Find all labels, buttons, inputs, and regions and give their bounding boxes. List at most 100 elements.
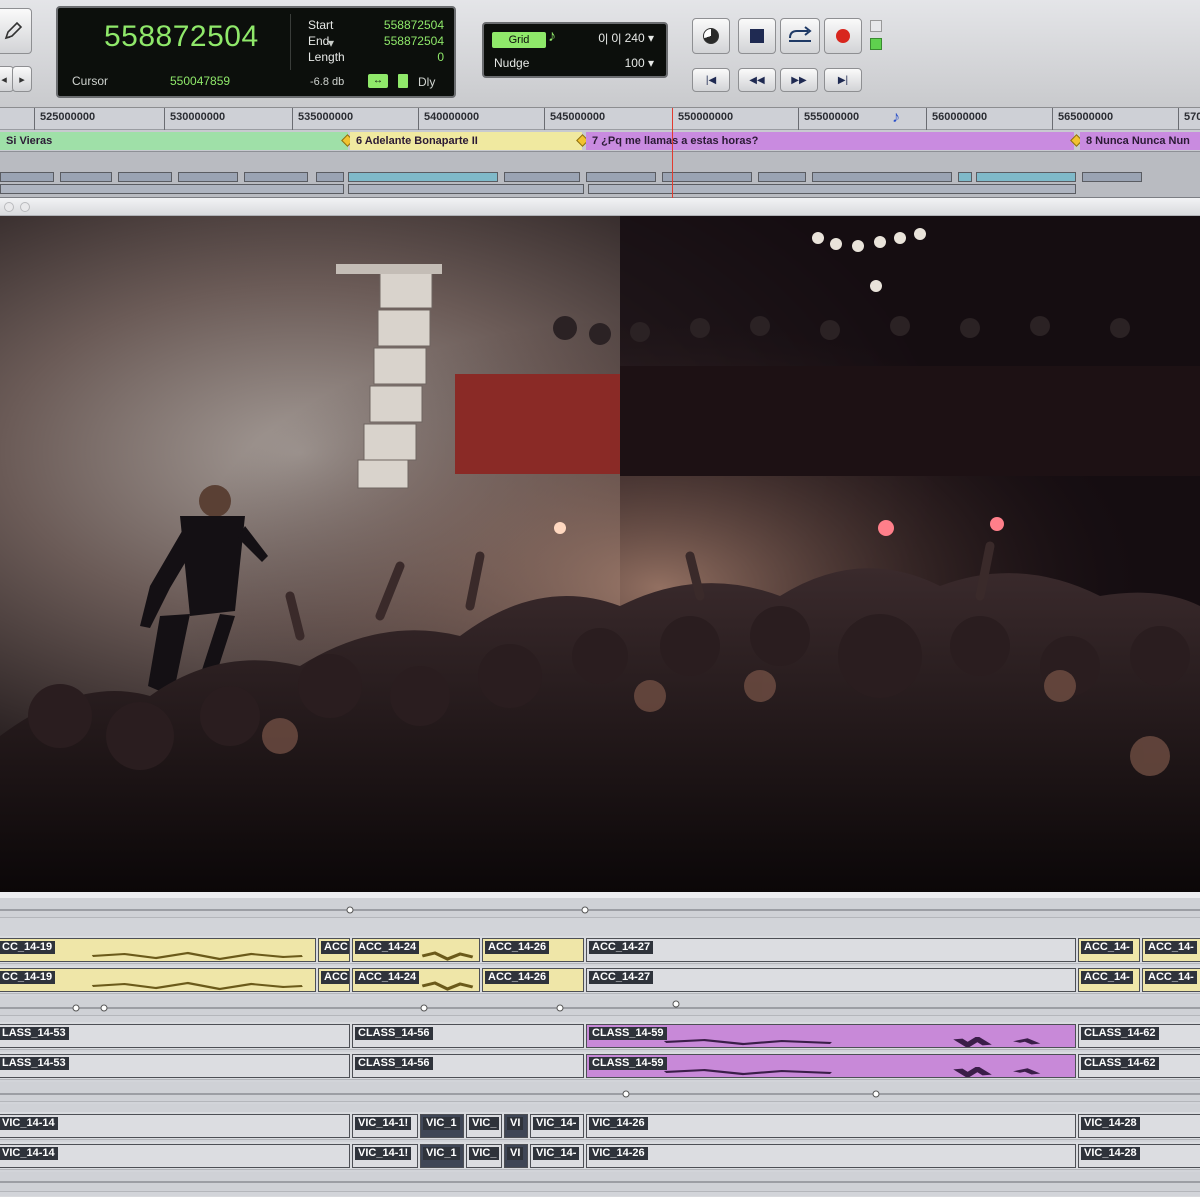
mini-clip xyxy=(0,184,344,194)
delay-compensation-icon[interactable]: ↔ xyxy=(368,74,388,88)
ruler-tick xyxy=(34,108,35,130)
ruler-tick xyxy=(292,108,293,130)
nudge-label: Nudge xyxy=(494,56,530,70)
audio-clip[interactable]: VIC_14-14 xyxy=(0,1114,350,1138)
mini-clip xyxy=(244,172,308,182)
nudge-right-button[interactable]: ▸ xyxy=(12,66,32,92)
audio-clip[interactable]: ACC_14- xyxy=(1078,938,1140,962)
clip-label: ACC_14- xyxy=(1081,971,1133,984)
audio-clip[interactable]: LASS_14-53 xyxy=(0,1024,350,1048)
audio-clip[interactable]: CLASS_14-62 xyxy=(1078,1024,1200,1048)
go-to-start-button[interactable]: |◀ xyxy=(692,68,730,92)
minimize-icon[interactable] xyxy=(20,202,30,212)
audio-clip[interactable]: VIC_14- xyxy=(530,1114,584,1138)
audio-clip[interactable]: CLASS_14-62 xyxy=(1078,1054,1200,1078)
marker-adelante-bonaparte[interactable]: 6 Adelante Bonaparte II xyxy=(350,132,582,150)
rewind-icon: ◀◀ xyxy=(749,74,765,86)
audio-clip[interactable]: VIC_14-1! xyxy=(352,1144,418,1168)
fast-forward-button[interactable]: ▶▶ xyxy=(780,68,818,92)
loop-play-button[interactable] xyxy=(780,18,820,54)
automation-line xyxy=(0,1000,1200,1012)
record-button[interactable] xyxy=(824,18,862,54)
main-counter-value[interactable]: 558872504 xyxy=(104,20,259,54)
audio-clip[interactable]: CLASS_14-59 xyxy=(586,1054,1076,1078)
end-value[interactable]: 558872504 xyxy=(384,34,444,48)
audio-clip[interactable]: CLASS_14-56 xyxy=(352,1024,584,1048)
audio-clip[interactable]: ACC_14-27 xyxy=(586,968,1076,992)
video-window-titlebar[interactable] xyxy=(0,198,1200,216)
fast-forward-icon: ▶▶ xyxy=(791,74,807,86)
audio-clip[interactable]: ACC_14-24 xyxy=(352,968,480,992)
edit-window-tracks[interactable]: CC_14-19 ACC ACC_14-24 ACC_14-26 ACC_14-… xyxy=(0,898,1200,1196)
class-track-2[interactable]: LASS_14-53 CLASS_14-56 CLASS_14-59 CLASS… xyxy=(0,1052,1200,1080)
automation-lane[interactable] xyxy=(0,898,1200,918)
stop-button[interactable] xyxy=(738,18,776,54)
ruler-tick xyxy=(798,108,799,130)
acc-track-2[interactable]: CC_14-19 ACC ACC_14-24 ACC_14-26 ACC_14-… xyxy=(0,966,1200,994)
audio-clip[interactable]: ACC_14-26 xyxy=(482,938,584,962)
audio-clip[interactable]: VIC_14-28 xyxy=(1078,1114,1200,1138)
audio-clip[interactable]: VIC_14-26 xyxy=(586,1114,1076,1138)
audio-clip[interactable]: CC_14-19 xyxy=(0,968,316,992)
audio-clip[interactable]: ACC_14-24 xyxy=(352,938,480,962)
ruler-label: 570 xyxy=(1184,111,1200,123)
audio-clip[interactable]: LASS_14-53 xyxy=(0,1054,350,1078)
audio-clip[interactable]: CLASS_14-59 xyxy=(586,1024,1076,1048)
automation-line xyxy=(0,1090,1200,1098)
acc-track-1[interactable]: CC_14-19 ACC ACC_14-24 ACC_14-26 ACC_14-… xyxy=(0,936,1200,964)
automation-lane[interactable] xyxy=(0,1082,1200,1102)
mini-clip xyxy=(348,172,498,182)
audio-clip[interactable]: VIC_14- xyxy=(530,1144,584,1168)
audio-clip[interactable]: CLASS_14-56 xyxy=(352,1054,584,1078)
marker-label: 8 Nunca Nunca Nun xyxy=(1086,135,1190,147)
audio-clip[interactable]: ACC_14-26 xyxy=(482,968,584,992)
markers-ruler[interactable]: Si Vieras 6 Adelante Bonaparte II 7 ¿Pq … xyxy=(0,130,1200,152)
vic-track-2[interactable]: VIC_14-14 VIC_14-1! VIC_1 VIC_ VI VIC_14… xyxy=(0,1142,1200,1170)
grid-value-select[interactable]: 0| 0| 240 ▾ xyxy=(598,31,654,45)
clip-label: VIC_14- xyxy=(533,1147,580,1160)
audio-clip[interactable]: ACC_14- xyxy=(1142,968,1200,992)
class-track-1[interactable]: LASS_14-53 CLASS_14-56 CLASS_14-59 CLASS… xyxy=(0,1022,1200,1050)
clip-overview-strip[interactable] xyxy=(0,152,1200,198)
marker-pq-me-llamas[interactable]: 7 ¿Pq me llamas a estas horas? xyxy=(586,132,1074,150)
audio-clip[interactable]: VIC_14-26 xyxy=(586,1144,1076,1168)
samples-ruler[interactable]: 525000000 530000000 535000000 540000000 … xyxy=(0,108,1200,130)
audio-clip[interactable]: ACC_14- xyxy=(1142,938,1200,962)
mini-clip xyxy=(348,184,584,194)
audio-clip[interactable]: ACC xyxy=(318,938,350,962)
playhead-line[interactable] xyxy=(672,108,673,198)
start-value[interactable]: 558872504 xyxy=(384,18,444,32)
marker-si-vieras[interactable]: Si Vieras xyxy=(0,132,348,150)
audio-clip[interactable]: VIC_ xyxy=(466,1114,502,1138)
audio-clip[interactable]: VIC_14-1! xyxy=(352,1114,418,1138)
vic-track-1[interactable]: VIC_14-14 VIC_14-1! VIC_1 VIC_ VI VIC_14… xyxy=(0,1112,1200,1140)
audio-clip[interactable]: VI xyxy=(504,1114,528,1138)
metronome-button[interactable] xyxy=(692,18,730,54)
grid-value: 0| 0| 240 xyxy=(598,31,645,45)
clip-label: ACC_14- xyxy=(1145,941,1197,954)
rewind-button[interactable]: ◀◀ xyxy=(738,68,776,92)
audio-clip[interactable]: VI xyxy=(504,1144,528,1168)
nudge-value-select[interactable]: 100 ▾ xyxy=(625,56,654,70)
close-icon[interactable] xyxy=(4,202,14,212)
go-to-end-button[interactable]: ▶| xyxy=(824,68,862,92)
metronome-icon xyxy=(703,28,719,44)
automation-lane[interactable] xyxy=(0,1172,1200,1192)
audio-clip[interactable]: ACC_14-27 xyxy=(586,938,1076,962)
audio-clip[interactable]: CC_14-19 xyxy=(0,938,316,962)
audio-clip[interactable]: VIC_ xyxy=(466,1144,502,1168)
audio-clip[interactable]: ACC_14- xyxy=(1078,968,1140,992)
grid-mode-button[interactable]: Grid xyxy=(492,32,546,48)
pencil-tool-button[interactable] xyxy=(0,8,32,54)
audio-clip[interactable]: VIC_1 xyxy=(420,1114,464,1138)
audio-clip[interactable]: VIC_14-28 xyxy=(1078,1144,1200,1168)
audio-clip[interactable]: ACC xyxy=(318,968,350,992)
mini-clip xyxy=(958,172,972,182)
main-counter-display[interactable]: 558872504 ▾ Start 558872504 End 55887250… xyxy=(56,6,456,98)
length-value[interactable]: 0 xyxy=(437,50,444,64)
automation-lane[interactable] xyxy=(0,996,1200,1016)
ruler-tick xyxy=(544,108,545,130)
audio-clip[interactable]: VIC_14-14 xyxy=(0,1144,350,1168)
marker-nunca-nunca[interactable]: 8 Nunca Nunca Nun xyxy=(1080,132,1200,150)
audio-clip[interactable]: VIC_1 xyxy=(420,1144,464,1168)
